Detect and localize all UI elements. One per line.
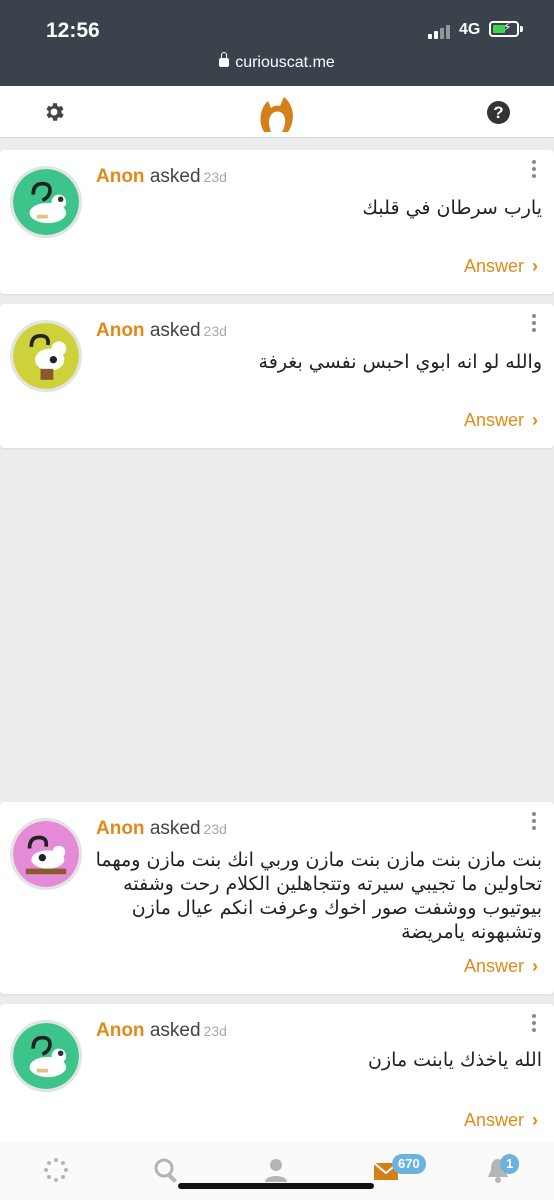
avatar[interactable] [10, 818, 82, 890]
avatar[interactable] [10, 166, 82, 238]
loading-icon[interactable] [42, 1156, 70, 1184]
inbox-count-badge: 670 [392, 1154, 426, 1174]
search-icon[interactable] [152, 1156, 180, 1184]
chevron-right-icon: › [532, 410, 538, 430]
asked-label: asked [149, 818, 201, 839]
question-text: يارب سرطان في قلبك [362, 197, 542, 219]
battery-cap [520, 26, 523, 32]
curiouscat-logo[interactable] [254, 92, 298, 136]
answer-button[interactable]: Answer › [464, 256, 538, 277]
question-icon[interactable]: ? [487, 101, 510, 124]
asked-label: asked [149, 1020, 201, 1041]
author-name[interactable]: Anon [96, 166, 145, 187]
asked-label: asked [149, 320, 201, 341]
answer-label: Answer [463, 410, 524, 430]
answer-button[interactable]: Answer › [464, 1110, 538, 1131]
gear-icon[interactable] [42, 100, 66, 124]
post-meta: Anon asked 23d [96, 1020, 227, 1042]
more-options-icon[interactable] [529, 314, 539, 336]
status-time: 12:56 [46, 19, 100, 42]
post-time: 23d [203, 323, 227, 339]
post-time: 23d [203, 169, 227, 185]
signal-icon [428, 23, 454, 39]
avatar[interactable] [10, 1020, 82, 1092]
post-meta: Anon asked 23d [96, 818, 227, 840]
avatar[interactable] [10, 320, 82, 392]
author-name[interactable]: Anon [96, 818, 145, 839]
lock-icon [219, 52, 230, 67]
status-bar: 12:56 4G ⚡ curiouscat.me [0, 0, 554, 86]
profile-icon[interactable] [262, 1156, 290, 1184]
question-text: والله لو انه ابوي احبس نفسي بغرفة [258, 351, 542, 373]
answer-button[interactable]: Answer › [464, 410, 538, 431]
more-options-icon[interactable] [529, 1014, 539, 1036]
answer-button[interactable]: Answer › [464, 956, 538, 977]
post-time: 23d [203, 821, 227, 837]
post-time: 23d [203, 1023, 227, 1039]
home-indicator [178, 1183, 374, 1189]
question-card: Anon asked 23d والله لو انه ابوي احبس نفس… [0, 304, 554, 448]
more-options-icon[interactable] [529, 160, 539, 182]
notifications-count-badge: 1 [500, 1154, 520, 1174]
battery-icon: ⚡ [489, 20, 519, 37]
more-options-icon[interactable] [529, 812, 539, 834]
bottom-nav: 670 1 [0, 1142, 554, 1200]
url-bar[interactable]: curiouscat.me [0, 52, 554, 72]
network-type: 4G [459, 21, 481, 38]
question-text: بنت مازن بنت مازن بنت مازن وربي انك بنت … [95, 849, 542, 943]
app-header: ? [0, 86, 554, 138]
url-text: curiouscat.me [235, 54, 335, 71]
post-meta: Anon asked 23d [96, 320, 227, 342]
post-meta: Anon asked 23d [96, 166, 227, 188]
question-card: Anon asked 23d يارب سرطان في قلبك Answer › [0, 150, 554, 294]
author-name[interactable]: Anon [96, 320, 145, 341]
question-card: Anon asked 23d بنت مازن بنت مازن بنت مازن… [0, 802, 554, 994]
question-text: الله ياخذك يابنت مازن [368, 1049, 542, 1071]
asked-label: asked [149, 166, 201, 187]
chevron-right-icon: › [532, 256, 538, 276]
author-name[interactable]: Anon [96, 1020, 145, 1041]
question-card: Anon asked 23d الله ياخذك يابنت مازن Answ… [0, 1004, 554, 1150]
answer-label: Answer [463, 1110, 524, 1130]
answer-label: Answer [463, 956, 524, 976]
chevron-right-icon: › [532, 1110, 538, 1130]
answer-label: Answer [463, 256, 524, 276]
chevron-right-icon: › [532, 956, 538, 976]
